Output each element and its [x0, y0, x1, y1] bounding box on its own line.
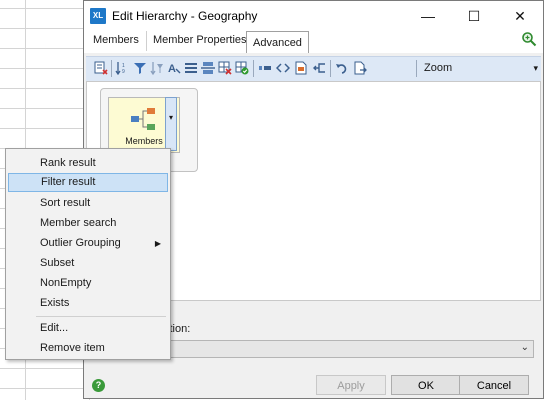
menu-item-remove-item[interactable]: Remove item: [8, 339, 168, 358]
menu-item-sort-result[interactable]: Sort result: [8, 194, 168, 213]
menu-item-label: Remove item: [40, 342, 105, 354]
text-format-icon[interactable]: A: [167, 61, 181, 75]
toolbar-separator: [111, 60, 112, 77]
remove-filter-icon[interactable]: [94, 61, 108, 75]
menu-item-nonempty[interactable]: NonEmpty: [8, 274, 168, 293]
menu-item-label: NonEmpty: [40, 277, 92, 289]
dialog-footer: ? Apply OK Cancel: [84, 369, 543, 399]
tab-members[interactable]: Members: [87, 31, 145, 51]
menu-item-subset[interactable]: Subset: [8, 254, 168, 273]
grid-remove-icon[interactable]: [218, 61, 232, 75]
zoom-label[interactable]: Zoom: [424, 62, 452, 74]
tab-strip: Members Member Properties Advanced: [84, 31, 543, 53]
tab-advanced[interactable]: Advanced: [246, 31, 309, 53]
submenu-arrow-icon: ▶: [154, 239, 161, 248]
members-dropdown-toggle[interactable]: ▾: [165, 97, 177, 151]
menu-item-exists[interactable]: Exists: [8, 294, 168, 313]
menu-item-label: Subset: [40, 257, 75, 269]
menu-item-label: Sort result: [40, 197, 91, 209]
document-icon[interactable]: [294, 61, 308, 75]
svg-text:A: A: [168, 63, 176, 75]
merge-icon[interactable]: [312, 61, 326, 75]
svg-text:9: 9: [122, 69, 125, 75]
export-icon[interactable]: [353, 61, 367, 75]
toolbar-overflow-icon[interactable]: ▾: [533, 63, 538, 74]
menu-item-edit[interactable]: Edit...: [8, 319, 168, 338]
toolbar: 19 A Zoom ▾: [86, 56, 541, 82]
maximize-button[interactable]: ☐: [451, 1, 497, 31]
action-dropdown[interactable]: ⌄: [164, 340, 534, 358]
ok-button[interactable]: OK: [391, 375, 461, 395]
toolbar-separator: [253, 60, 254, 77]
menu-item-rank-result[interactable]: Rank result: [8, 154, 168, 173]
undo-icon[interactable]: [335, 61, 349, 75]
list-icon[interactable]: [184, 61, 198, 75]
sort-icon[interactable]: 19: [115, 61, 129, 75]
menu-item-filter-result[interactable]: Filter result: [8, 173, 168, 192]
title-bar: XL Edit Hierarchy - Geography — ☐ ✕: [84, 1, 543, 31]
code-icon[interactable]: [276, 61, 290, 75]
tab-member-properties[interactable]: Member Properties: [146, 31, 253, 51]
dash-icon[interactable]: [258, 61, 272, 75]
filter-advanced-icon[interactable]: [150, 61, 164, 75]
grid-check-icon[interactable]: [235, 61, 249, 75]
chevron-down-icon: ⌄: [520, 342, 529, 353]
apply-button[interactable]: Apply: [316, 375, 386, 395]
minimize-button[interactable]: —: [405, 1, 451, 31]
toolbar-separator: [416, 60, 417, 77]
menu-item-member-search[interactable]: Member search: [8, 214, 168, 233]
menu-separator: [36, 316, 166, 317]
cancel-button[interactable]: Cancel: [459, 375, 529, 395]
menu-item-label: Exists: [40, 297, 70, 309]
split-icon[interactable]: [201, 61, 215, 75]
menu-item-label: Rank result: [40, 157, 96, 169]
filter-icon[interactable]: [133, 61, 147, 75]
hierarchy-icon: [131, 108, 155, 130]
dialog-title: Edit Hierarchy - Geography: [112, 9, 258, 23]
menu-item-label: Member search: [40, 217, 117, 229]
toolbar-separator: [330, 60, 331, 77]
zoom-in-icon[interactable]: [521, 31, 537, 47]
menu-item-label: Outlier Grouping: [40, 237, 121, 249]
context-menu: Rank result Filter result Sort result Me…: [5, 148, 171, 360]
menu-item-label: Edit...: [40, 322, 69, 334]
menu-item-label: Filter result: [41, 176, 96, 188]
close-button[interactable]: ✕: [497, 1, 543, 31]
help-icon[interactable]: ?: [92, 379, 105, 392]
menu-item-outlier-grouping[interactable]: Outlier Grouping ▶: [8, 234, 168, 253]
app-logo: XL: [90, 8, 106, 24]
